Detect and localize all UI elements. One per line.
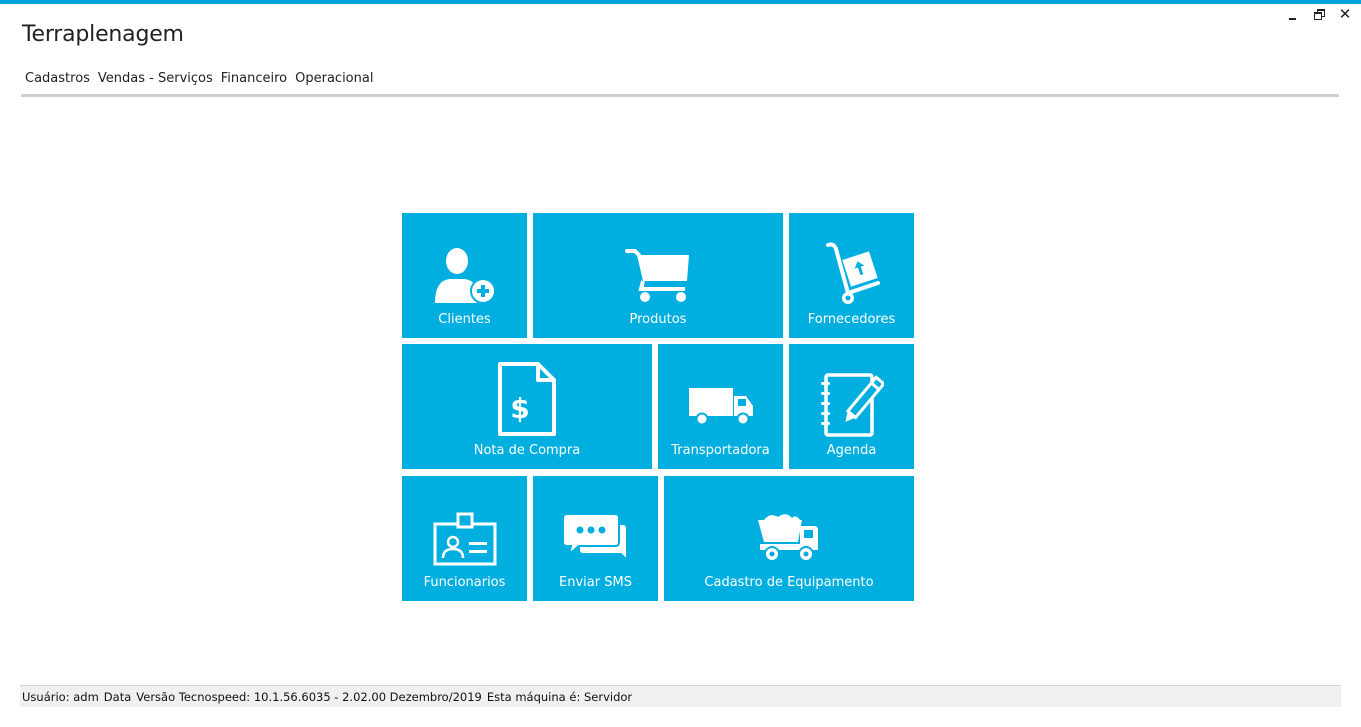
window-controls: ✕ [1285,6,1353,22]
status-text: Usuário: adm Data Versão Tecnospeed: 10.1.… [22,690,637,704]
tile-label: Agenda [826,443,877,458]
tile-grid: Clientes Produtos Fornecedores $ Nota de… [402,213,914,601]
tile-label: Clientes [438,312,491,327]
truck-icon [658,386,783,426]
id-badge-icon [402,512,527,566]
tab-underline-rule [21,94,1339,97]
tile-label: Fornecedores [807,312,896,327]
chat-bubbles-icon [533,512,658,564]
tile-enviar-sms[interactable]: Enviar SMS [533,476,658,601]
tile-fornecedores[interactable]: Fornecedores [789,213,914,338]
status-user: Usuário: adm [22,690,99,704]
tile-agenda[interactable]: Agenda [789,344,914,469]
shopping-cart-icon [533,247,783,303]
tile-label: Funcionarios [423,575,506,590]
tile-label: Produtos [629,312,687,327]
tile-clientes[interactable]: Clientes [402,213,527,338]
close-button[interactable]: ✕ [1337,6,1353,22]
hand-truck-icon [789,241,914,307]
status-date: Data [103,690,132,704]
tile-transportadora[interactable]: Transportadora [658,344,783,469]
notebook-pencil-icon [789,372,914,438]
minimize-button[interactable] [1285,6,1301,22]
tile-cadastro-de-equipamento[interactable]: Cadastro de Equipamento [664,476,914,601]
ribbon-tabs: Cadastros Vendas - Serviços Financeiro O… [21,70,377,97]
dollar-document-icon: $ [402,362,652,436]
tile-nota-de-compra[interactable]: $ Nota de Compra [402,344,652,469]
restore-icon-back [1314,12,1322,20]
tab-vendas-servicos[interactable]: Vendas - Serviços [94,70,217,96]
accent-top-bar [0,0,1361,4]
app-title: Terraplenagem [22,22,184,47]
tile-label: Enviar SMS [559,575,632,590]
tile-label: Nota de Compra [473,443,581,458]
dump-truck-icon [664,512,914,564]
tab-cadastros[interactable]: Cadastros [21,70,94,97]
add-person-icon [402,245,527,305]
tab-operacional[interactable]: Operacional [291,70,377,96]
status-bar: Usuário: adm Data Versão Tecnospeed: 10.1.… [20,685,1341,707]
tile-produtos[interactable]: Produtos [533,213,783,338]
status-machine: Esta máquina é: Servidor [486,690,633,704]
tile-funcionarios[interactable]: Funcionarios [402,476,527,601]
svg-text:$: $ [510,392,529,425]
tab-financeiro[interactable]: Financeiro [217,70,291,96]
tile-label: Transportadora [671,443,770,458]
tile-label: Cadastro de Equipamento [704,575,874,590]
status-version: Versão Tecnospeed: 10.1.56.6035 - 2.02.0… [136,690,482,704]
restore-button[interactable] [1311,6,1327,22]
